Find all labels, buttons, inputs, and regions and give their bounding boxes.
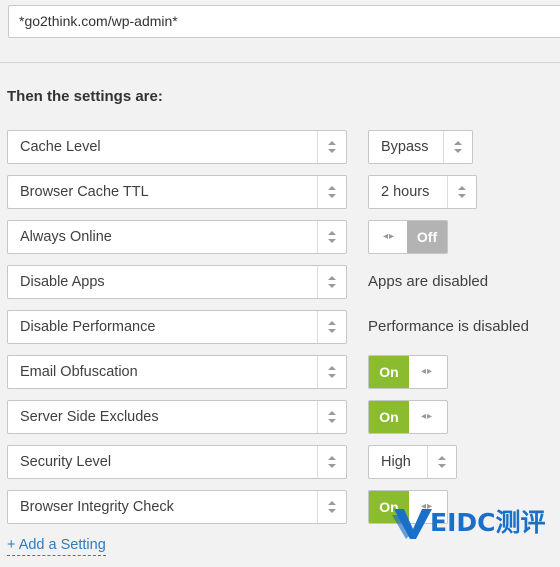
- updown-arrow-icon: [327, 276, 337, 288]
- setting-select-label: Security Level: [20, 454, 112, 470]
- settings-heading: Then the settings are:: [7, 88, 163, 105]
- select-divider: [427, 446, 428, 478]
- setting-select[interactable]: Email Obfuscation: [7, 355, 347, 389]
- select-divider: [317, 131, 318, 163]
- updown-arrow-icon: [453, 141, 463, 153]
- updown-arrow-icon: [327, 456, 337, 468]
- left-right-arrows-icon: ◂▸: [382, 231, 396, 242]
- setting-row-disable-performance: Disable Performance Performance is disab…: [0, 310, 560, 344]
- select-divider: [317, 176, 318, 208]
- value-select[interactable]: 2 hours: [368, 175, 477, 209]
- updown-arrow-icon: [437, 456, 447, 468]
- select-divider: [317, 221, 318, 253]
- select-divider: [317, 356, 318, 388]
- setting-select[interactable]: Server Side Excludes: [7, 400, 347, 434]
- section-divider: [0, 62, 560, 63]
- setting-select-label: Disable Performance: [20, 319, 156, 335]
- setting-select[interactable]: Security Level: [7, 445, 347, 479]
- value-select-label: High: [381, 454, 411, 470]
- updown-arrow-icon: [327, 231, 337, 243]
- toggle-on-label: On: [369, 356, 409, 388]
- setting-select-label: Disable Apps: [20, 274, 105, 290]
- setting-row-email-obfuscation: Email Obfuscation On ◂▸: [0, 355, 560, 389]
- setting-select[interactable]: Cache Level: [7, 130, 347, 164]
- setting-value-text: Apps are disabled: [368, 273, 489, 290]
- left-right-arrows-icon: ◂▸: [420, 411, 434, 422]
- setting-value-text: Performance is disabled: [368, 318, 529, 335]
- setting-select[interactable]: Browser Cache TTL: [7, 175, 347, 209]
- setting-select[interactable]: Disable Performance: [7, 310, 347, 344]
- select-divider: [317, 266, 318, 298]
- setting-select[interactable]: Disable Apps: [7, 265, 347, 299]
- updown-arrow-icon: [327, 186, 337, 198]
- select-divider: [447, 176, 448, 208]
- left-right-arrows-icon: ◂▸: [420, 366, 434, 377]
- watermark-text: EIDC测评: [430, 508, 546, 537]
- setting-row-cache-level: Cache Level Bypass: [0, 130, 560, 164]
- setting-row-server-side-excludes: Server Side Excludes On ◂▸: [0, 400, 560, 434]
- setting-select-label: Server Side Excludes: [20, 409, 159, 425]
- select-divider: [317, 491, 318, 523]
- setting-row-browser-cache-ttl: Browser Cache TTL 2 hours: [0, 175, 560, 209]
- updown-arrow-icon: [327, 321, 337, 333]
- setting-select[interactable]: Always Online: [7, 220, 347, 254]
- server-side-excludes-toggle[interactable]: On ◂▸: [368, 400, 448, 434]
- value-select-label: 2 hours: [381, 184, 430, 200]
- setting-select-label: Browser Integrity Check: [20, 499, 174, 515]
- updown-arrow-icon: [457, 186, 467, 198]
- url-pattern-input[interactable]: *go2think.com/wp-admin*: [8, 5, 560, 38]
- select-divider: [317, 311, 318, 343]
- updown-arrow-icon: [327, 366, 337, 378]
- updown-arrow-icon: [327, 501, 337, 513]
- watermark-logo: EIDC测评: [392, 505, 552, 541]
- setting-select-label: Email Obfuscation: [20, 364, 138, 380]
- setting-row-security-level: Security Level High: [0, 445, 560, 479]
- setting-select-label: Browser Cache TTL: [20, 184, 149, 200]
- value-select[interactable]: Bypass: [368, 130, 473, 164]
- value-select[interactable]: High: [368, 445, 457, 479]
- setting-select[interactable]: Browser Integrity Check: [7, 490, 347, 524]
- add-setting-link[interactable]: + Add a Setting: [7, 536, 106, 556]
- always-online-toggle[interactable]: ◂▸ Off: [368, 220, 448, 254]
- setting-row-disable-apps: Disable Apps Apps are disabled: [0, 265, 560, 299]
- select-divider: [443, 131, 444, 163]
- setting-select-label: Always Online: [20, 229, 112, 245]
- updown-arrow-icon: [327, 141, 337, 153]
- updown-arrow-icon: [327, 411, 337, 423]
- toggle-on-label: On: [369, 401, 409, 433]
- toggle-off-label: Off: [407, 221, 447, 253]
- select-divider: [317, 446, 318, 478]
- setting-select-label: Cache Level: [20, 139, 101, 155]
- setting-row-always-online: Always Online ◂▸ Off: [0, 220, 560, 254]
- select-divider: [317, 401, 318, 433]
- email-obfuscation-toggle[interactable]: On ◂▸: [368, 355, 448, 389]
- value-select-label: Bypass: [381, 139, 429, 155]
